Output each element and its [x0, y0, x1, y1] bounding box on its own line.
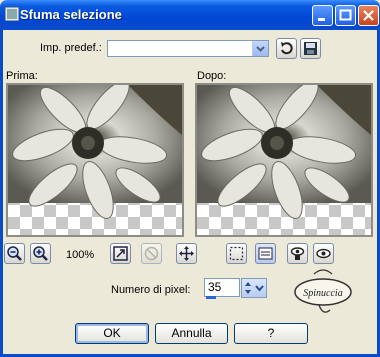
dropdown-arrow-button[interactable] [252, 41, 268, 56]
save-preset-button[interactable] [300, 38, 321, 59]
pixels-slider-bar[interactable] [206, 296, 216, 299]
fit-preview-button[interactable] [110, 243, 131, 264]
after-preview[interactable] [195, 83, 373, 237]
resize-icon [113, 246, 128, 261]
reset-preset-button[interactable] [276, 38, 297, 59]
zoom-level: 100% [66, 249, 95, 261]
after-label: Dopo: [197, 70, 227, 82]
close-icon [363, 10, 374, 21]
before-preview[interactable] [6, 83, 184, 237]
close-button[interactable] [358, 5, 379, 26]
move-icon [179, 246, 194, 261]
spin-arrows-icon [245, 282, 264, 294]
marquee-icon [229, 246, 244, 261]
title-bar[interactable]: Sfuma selezione [0, 0, 380, 30]
pan-button[interactable] [176, 243, 197, 264]
zoom-in-icon [33, 246, 48, 261]
pixels-spinner[interactable] [241, 278, 267, 298]
minimize-button[interactable] [312, 5, 333, 26]
refresh-icon [281, 42, 293, 55]
signature-text: Spinuccia [303, 288, 342, 299]
selection-toggle-button[interactable] [226, 243, 247, 264]
maximize-button[interactable] [335, 5, 356, 26]
before-label: Prima: [6, 70, 38, 82]
signature-watermark: Spinuccia [294, 269, 352, 313]
preview-toggle-button[interactable] [313, 243, 334, 264]
proof-button[interactable] [287, 243, 308, 264]
zoom-in-button[interactable] [30, 243, 51, 264]
minimize-icon [318, 18, 325, 21]
chevron-down-icon [256, 46, 265, 52]
zoom-out-button[interactable] [4, 243, 25, 264]
preset-label: Imp. predef.: [40, 42, 102, 54]
zoom-out-icon [7, 246, 22, 261]
eye-lock-icon [290, 247, 305, 260]
maximize-icon [339, 9, 352, 21]
app-icon [5, 7, 19, 21]
eye-icon [316, 248, 331, 259]
layer-view-button[interactable] [255, 243, 276, 264]
list-icon [258, 247, 273, 260]
preset-combo[interactable] [107, 40, 269, 57]
window-title: Sfuma selezione [20, 7, 122, 22]
ok-button[interactable]: OK [75, 323, 149, 344]
save-icon [304, 42, 317, 55]
help-button[interactable]: ? [234, 323, 308, 344]
cancel-button[interactable]: Annulla [155, 323, 228, 344]
pixels-input[interactable]: 35 [204, 278, 240, 297]
auto-proof-button[interactable] [141, 243, 162, 264]
flower-image [197, 85, 371, 219]
flower-image [8, 85, 182, 219]
no-proof-icon [144, 246, 159, 261]
pixels-label: Numero di pixel: [111, 284, 191, 296]
